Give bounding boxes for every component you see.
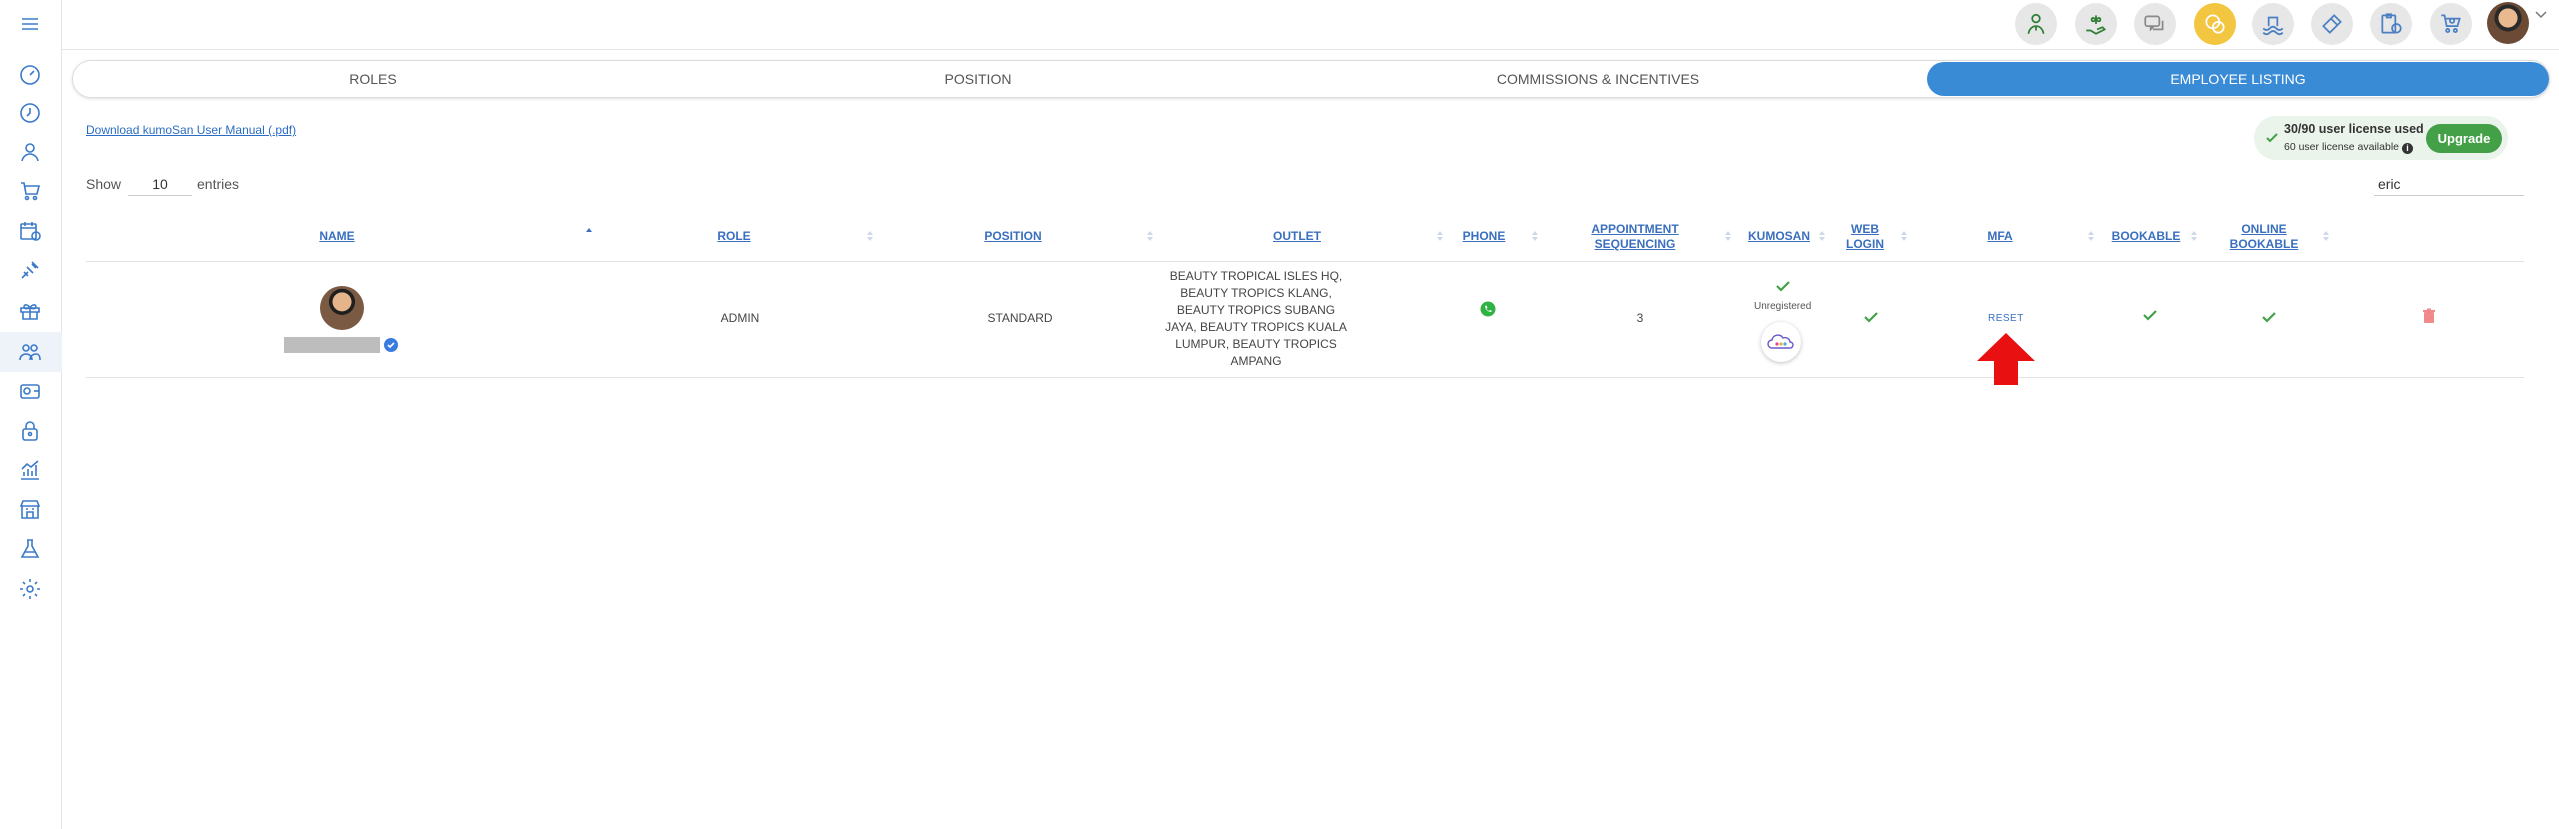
chart-icon[interactable] [16, 456, 44, 484]
appointment-sequencing-value: 3 [1636, 311, 1644, 325]
top-bar [62, 0, 2559, 50]
sort-icon[interactable] [1900, 230, 1908, 242]
tab-roles[interactable]: ROLES [73, 61, 673, 97]
tab-position[interactable]: POSITION [673, 61, 1283, 97]
tab-bar: ROLES POSITION COMMISSIONS & INCENTIVES … [72, 60, 2550, 98]
check-icon [1776, 281, 1790, 292]
column-header-line: APPOINTMENT [1591, 222, 1679, 236]
sort-icon[interactable] [1531, 230, 1539, 242]
coins-icon[interactable] [2194, 3, 2236, 45]
info-icon[interactable]: i [2402, 143, 2413, 154]
column-header-name[interactable]: NAME [300, 229, 374, 244]
tab-employee-listing[interactable]: EMPLOYEE LISTING [1927, 62, 2549, 96]
column-header-bookable[interactable]: BOOKABLE [2106, 229, 2186, 244]
employee-avatar[interactable] [320, 286, 364, 330]
sort-icon[interactable] [2322, 230, 2330, 242]
delete-icon[interactable] [2422, 308, 2436, 324]
whatsapp-icon[interactable] [1480, 301, 1496, 317]
user-icon[interactable] [16, 138, 44, 166]
web-login-check-icon [1864, 312, 1878, 323]
column-header-line: SEQUENCING [1594, 237, 1676, 251]
clipboard-clock-icon[interactable] [2370, 3, 2412, 45]
lock-icon[interactable] [16, 417, 44, 445]
hand-plant-icon[interactable] [2075, 3, 2117, 45]
column-header-outlet[interactable]: OUTLET [1256, 229, 1338, 244]
clock-icon[interactable] [16, 99, 44, 127]
cart-icon[interactable] [16, 177, 44, 205]
entries-label: entries [197, 176, 240, 192]
chat-icon[interactable] [2134, 3, 2176, 45]
header-divider [86, 261, 2524, 262]
sort-icon[interactable] [2190, 230, 2198, 242]
sidebar [0, 0, 62, 829]
employee-name-redacted [284, 337, 380, 353]
employee-outlets: BEAUTY TROPICAL ISLES HQ, BEAUTY TROPICS… [1150, 268, 1362, 370]
settings-icon[interactable] [16, 575, 44, 603]
column-header-line: LOGIN [1846, 237, 1884, 251]
online-bookable-check-icon [2262, 312, 2276, 323]
column-header-appointment-sequencing[interactable]: APPOINTMENT SEQUENCING [1580, 222, 1690, 252]
column-header-mfa[interactable]: MFA [1980, 229, 2020, 244]
gift-box-icon[interactable] [16, 296, 44, 324]
sort-icon[interactable] [2087, 230, 2095, 242]
sort-icon[interactable] [866, 230, 874, 242]
verified-badge-icon [384, 338, 398, 352]
outlet-line: JAYA, BEAUTY TROPICS KUALA [1165, 320, 1347, 334]
sort-icon[interactable] [1146, 230, 1154, 242]
upgrade-button[interactable]: Upgrade [2426, 124, 2502, 153]
outlet-line: BEAUTY TROPICAL ISLES HQ, [1169, 269, 1343, 283]
arrow-up-icon [1977, 333, 2035, 385]
sort-icon[interactable] [1724, 230, 1732, 242]
column-header-position[interactable]: POSITION [970, 229, 1056, 244]
employee-position: STANDARD [987, 311, 1053, 325]
store-icon[interactable] [16, 495, 44, 523]
sort-asc-icon[interactable] [585, 226, 593, 238]
column-header-line: BOOKABLE [2229, 237, 2299, 251]
check-icon [2266, 133, 2278, 143]
column-header-phone[interactable]: PHONE [1456, 229, 1512, 244]
wallet-icon[interactable] [16, 377, 44, 405]
staff-icon[interactable] [2015, 3, 2057, 45]
column-header-kumosan[interactable]: KUMOSAN [1742, 229, 1816, 244]
license-available-text: 60 user license available i [2284, 141, 2413, 154]
service-icon[interactable] [16, 256, 44, 284]
outlet-line: BEAUTY TROPICS SUBANG [1176, 303, 1336, 317]
user-avatar[interactable] [2487, 2, 2529, 44]
bookable-check-icon [2143, 310, 2157, 321]
column-header-online-bookable[interactable]: ONLINE BOOKABLE [2220, 222, 2308, 252]
outlet-line: AMPANG [1230, 354, 1282, 368]
row-divider [86, 377, 2524, 378]
license-usage-panel: 30/90 user license used 60 user license … [2254, 116, 2508, 160]
download-manual-link[interactable]: Download kumoSan User Manual (.pdf) [86, 123, 296, 137]
calendar-clock-icon[interactable] [16, 217, 44, 245]
column-header-role[interactable]: ROLE [704, 229, 764, 244]
license-used-text: 30/90 user license used [2284, 122, 2424, 136]
tab-commissions-incentives[interactable]: COMMISSIONS & INCENTIVES [1283, 61, 1913, 97]
column-header-web-login[interactable]: WEB LOGIN [1840, 222, 1890, 252]
dashboard-icon[interactable] [16, 60, 44, 88]
entries-per-page-input[interactable] [128, 172, 192, 196]
outlet-line: LUMPUR, BEAUTY TROPICS [1175, 337, 1337, 351]
mfa-reset-link[interactable]: RESET [1988, 313, 2024, 324]
column-header-line: WEB [1851, 222, 1879, 236]
kumosan-logo-icon[interactable] [1761, 322, 1801, 362]
outlet-line: BEAUTY TROPICS KLANG, [1180, 286, 1332, 300]
cart-gear-icon[interactable] [2430, 3, 2472, 45]
hamburger-menu-icon[interactable] [16, 10, 44, 38]
sort-icon[interactable] [1818, 230, 1826, 242]
pool-icon[interactable] [2252, 3, 2294, 45]
lab-flask-icon[interactable] [16, 535, 44, 563]
kumosan-status: Unregistered [1754, 301, 1812, 312]
column-header-line: ONLINE [2241, 222, 2287, 236]
chevron-down-icon[interactable] [2533, 6, 2549, 22]
employee-role: ADMIN [720, 311, 760, 325]
sort-icon[interactable] [1436, 230, 1444, 242]
tools-icon[interactable] [2311, 3, 2353, 45]
show-label: Show [86, 176, 122, 192]
search-input[interactable] [2374, 172, 2524, 196]
employees-icon[interactable] [16, 338, 44, 366]
